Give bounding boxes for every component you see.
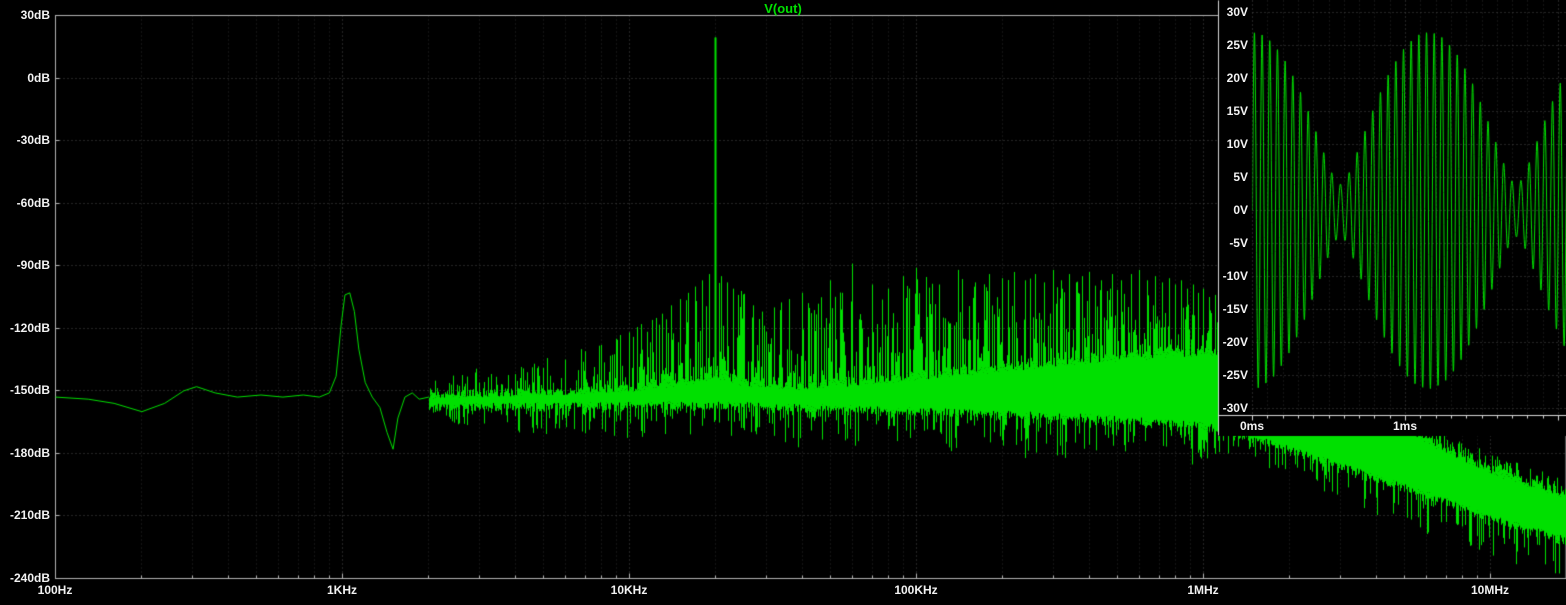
fft-y-axis-label: -60dB: [16, 195, 50, 210]
fft-x-axis-label: 1MHz: [1187, 583, 1219, 597]
fft-x-axis-label: 10KHz: [610, 583, 648, 597]
waveform-plot-canvas[interactable]: [0, 0, 1566, 605]
fft-y-axis-label: 0dB: [27, 70, 50, 85]
fft-x-axis-label: 100KHz: [894, 583, 938, 597]
inset-y-axis-label: -20V: [1222, 335, 1248, 349]
inset-x-axis-label: 0ms: [1239, 419, 1265, 433]
inset-y-axis-label: 0V: [1233, 203, 1248, 217]
ltspice-waveform-window: 30dB 0dB -30dB -60dB -90dB -120dB -150dB -180dB…: [0, 0, 1566, 605]
inset-y-axis-label: 25V: [1226, 38, 1248, 52]
fft-x-axis-label: 10MHz: [1470, 583, 1509, 597]
inset-y-axis-label: -15V: [1222, 302, 1248, 316]
inset-y-axis-label: 30V: [1226, 5, 1248, 19]
inset-y-axis-label: -5V: [1229, 236, 1248, 250]
fft-y-axis-label: 30dB: [20, 8, 50, 22]
inset-y-axis-label: 15V: [1226, 104, 1248, 118]
fft-y-axis-label: -30dB: [16, 133, 50, 148]
fft-x-axis-label: 100Hz: [37, 583, 73, 597]
inset-y-axis-label: 5V: [1233, 170, 1248, 184]
fft-y-axis-label: -180dB: [9, 445, 50, 460]
inset-y-axis-label: -30V: [1222, 401, 1248, 415]
fft-y-axis-label: -120dB: [9, 320, 50, 335]
fft-y-axis-label: -210dB: [9, 508, 50, 523]
inset-y-axis-label: 10V: [1226, 137, 1248, 151]
inset-y-axis-label: -10V: [1222, 269, 1248, 283]
fft-y-axis-label: -150dB: [9, 383, 50, 398]
fft-y-axis-label: -90dB: [16, 258, 50, 273]
fft-x-axis-label: 1KHz: [326, 583, 357, 597]
trace-title[interactable]: V(out): [764, 1, 802, 16]
inset-x-axis-label: 1ms: [1392, 419, 1418, 433]
inset-y-axis-label: 20V: [1226, 71, 1248, 85]
inset-y-axis-label: -25V: [1222, 368, 1248, 382]
